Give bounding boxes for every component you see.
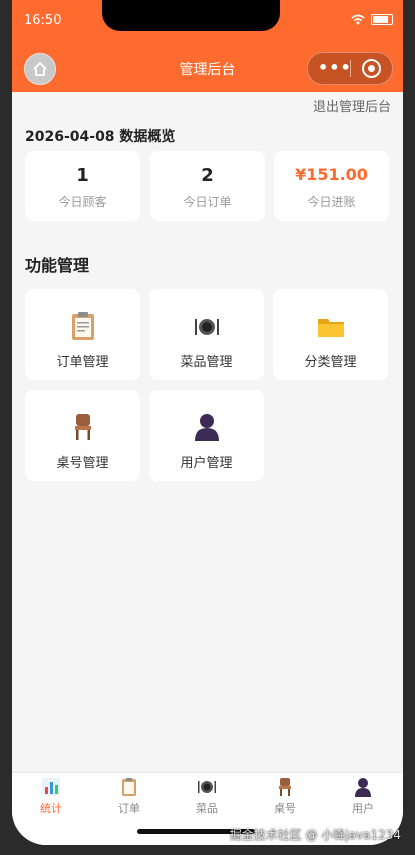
close-target-icon[interactable] <box>362 59 381 78</box>
stat-value: 2 <box>201 165 214 186</box>
card-label: 订单管理 <box>56 355 109 370</box>
mini-program-capsule: ••• <box>307 52 393 85</box>
phone-screen: 16:50 管理后台 ••• 退出管理后台 2026-04-08 数据概览 1 … <box>12 0 403 845</box>
order-management-card[interactable]: 订单管理 <box>25 289 140 380</box>
stat-card-orders: 2 今日订单 <box>150 151 265 221</box>
chart-icon <box>42 778 60 796</box>
tab-label: 统计 <box>40 802 62 815</box>
plate-cutlery-icon <box>198 781 216 793</box>
stat-label: 今日进账 <box>307 195 356 209</box>
tab-label: 订单 <box>118 802 140 815</box>
tab-tables[interactable]: 桌号 <box>246 777 324 816</box>
user-icon <box>195 414 219 441</box>
stat-card-customers: 1 今日顾客 <box>25 151 140 221</box>
system-icons <box>351 13 393 27</box>
clipboard-icon <box>72 312 94 340</box>
status-time: 16:50 <box>24 13 62 28</box>
chair-icon <box>75 414 91 440</box>
folder-icon <box>318 319 344 337</box>
nav-bar: 管理后台 ••• <box>12 42 403 92</box>
overview-title: 2026-04-08 数据概览 <box>25 129 176 145</box>
more-menu-icon[interactable]: ••• <box>318 60 352 76</box>
tab-dishes[interactable]: 菜品 <box>168 777 246 816</box>
tab-users[interactable]: 用户 <box>324 777 402 816</box>
card-label: 菜品管理 <box>180 355 233 370</box>
card-label: 用户管理 <box>180 456 233 471</box>
exit-admin-link[interactable]: 退出管理后台 <box>313 96 391 115</box>
user-management-card[interactable]: 用户管理 <box>149 390 264 481</box>
user-icon <box>355 778 371 797</box>
tab-label: 桌号 <box>274 802 296 815</box>
tab-label: 用户 <box>352 802 374 815</box>
tab-statistics[interactable]: 统计 <box>12 777 90 816</box>
dish-management-card[interactable]: 菜品管理 <box>149 289 264 380</box>
wifi-icon <box>351 14 365 25</box>
battery-icon <box>371 14 393 25</box>
plate-cutlery-icon <box>195 319 219 335</box>
table-management-card[interactable]: 桌号管理 <box>25 390 140 481</box>
capsule-divider <box>350 60 351 77</box>
status-bar: 16:50 <box>12 0 403 42</box>
stat-label: 今日顾客 <box>58 195 107 209</box>
camera-notch <box>102 0 280 31</box>
card-label: 分类管理 <box>304 355 357 370</box>
tab-orders[interactable]: 订单 <box>90 777 168 816</box>
stat-label: 今日订单 <box>183 195 232 209</box>
stat-value: 1 <box>76 165 89 186</box>
stat-value: ¥151.00 <box>295 165 368 184</box>
chair-icon <box>279 778 291 796</box>
clipboard-icon <box>122 778 136 796</box>
stat-card-income: ¥151.00 今日进账 <box>274 151 389 221</box>
watermark: 掘金技术社区 @ 小锋java1234 <box>229 828 401 842</box>
category-management-card[interactable]: 分类管理 <box>273 289 388 380</box>
functions-title: 功能管理 <box>25 256 90 275</box>
tab-label: 菜品 <box>196 802 218 815</box>
card-label: 桌号管理 <box>56 456 109 471</box>
